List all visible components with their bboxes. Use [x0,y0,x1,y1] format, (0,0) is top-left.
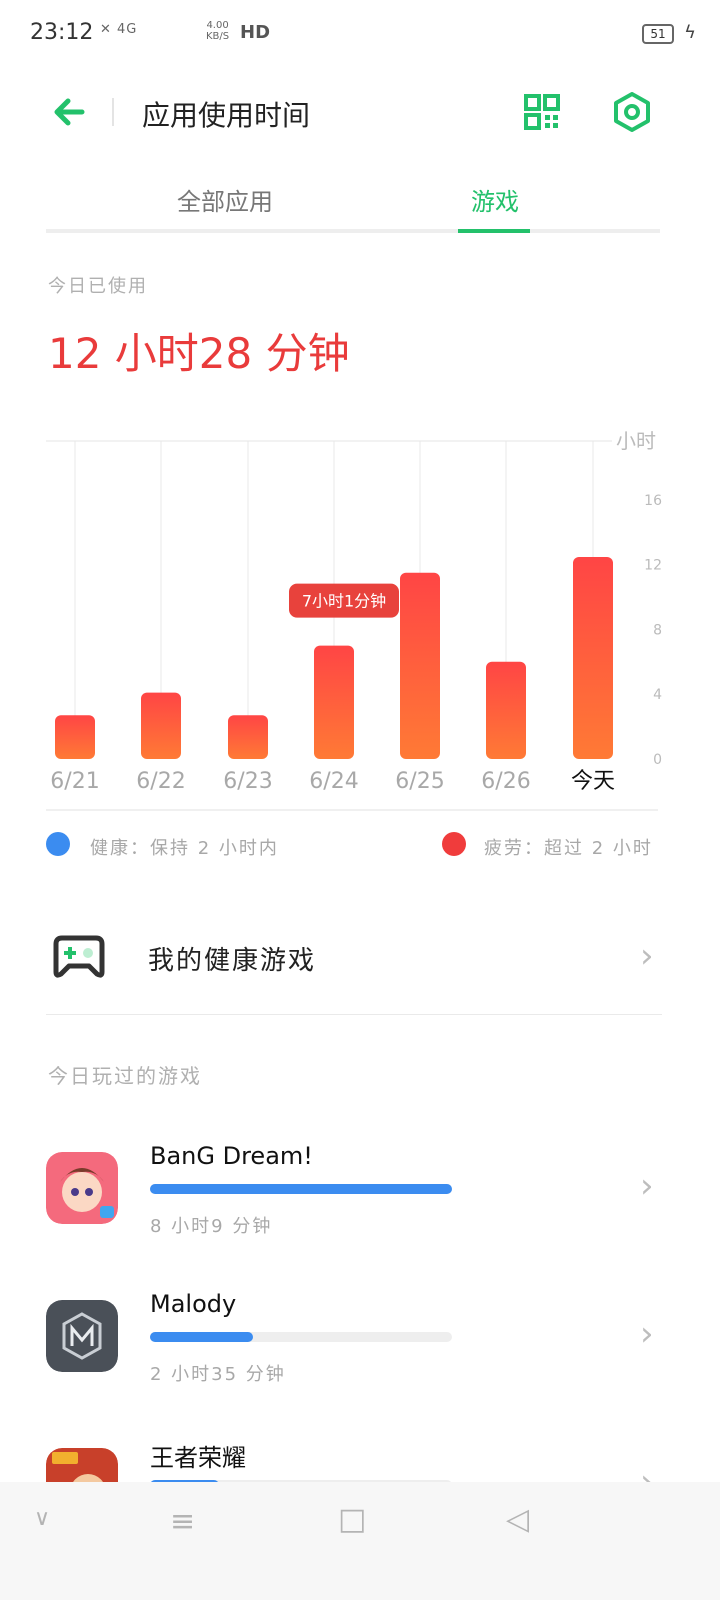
menu-nav-button[interactable]: ≡ [170,1504,195,1539]
qr-code-button[interactable] [524,94,560,130]
chart-bar[interactable] [400,572,440,759]
game-usage-time: 2 小时35 分钟 [150,1364,286,1385]
game-name: BanG Dream! [150,1142,313,1170]
charging-icon: ϟ [684,22,696,43]
y-tick-label: 8 [653,622,662,638]
today-usage-value: 12 小时28 分钟 [48,329,350,378]
malody-app-icon [46,1300,118,1372]
chevron-right-icon: › [640,936,654,976]
status-time: 23:12 [30,20,94,45]
tab-active-indicator [458,229,530,233]
today-usage-label: 今日已使用 [48,276,148,297]
legend-tired-label: 疲劳：超过 2 小时 [484,838,653,859]
chart-bar[interactable] [55,715,95,759]
usage-bar-fill [150,1184,452,1194]
legend-tired-dot [442,832,466,856]
game-name: Malody [150,1290,237,1318]
usage-bar-track [150,1332,452,1342]
my-healthy-games-label: 我的健康游戏 [148,946,317,976]
chevron-right-icon: › [640,1166,654,1206]
chart-bar[interactable] [486,661,526,759]
x-tick-label: 6/22 [136,769,185,794]
hd-indicator: HD [240,22,271,43]
section-divider [46,1014,662,1015]
chart-bar[interactable] [314,645,354,759]
tab-bar-track [46,229,660,233]
x-tick-label: 今天 [571,769,615,794]
network-speed: 4.00 KB/S [206,20,229,42]
tab-all-apps[interactable]: 全部应用 [120,182,330,217]
chevron-right-icon: › [640,1314,654,1354]
back-button[interactable] [50,92,90,132]
y-tick-label: 4 [653,687,662,703]
x-tick-label: 6/24 [309,769,358,794]
tab-games[interactable]: 游戏 [440,182,550,217]
chevron-right-icon: › [640,1462,654,1482]
chart-bar[interactable] [228,715,268,759]
qr-code-icon [524,94,560,130]
settings-button[interactable] [612,92,652,132]
gamepad-icon [53,935,105,978]
status-bar: 23:12 ✕ 4G 4.00 KB/S HD 51 ϟ [0,0,720,72]
bar-tooltip-text: 7小时1分钟 [302,592,386,611]
game-name: 王者荣耀 [150,1444,246,1472]
x-tick-label: 6/23 [223,769,272,794]
y-tick-label: 0 [653,752,662,768]
network-speed-unit: KB/S [206,31,230,42]
chart-bar[interactable] [573,556,613,759]
signal-indicator: ✕ 4G [100,22,138,37]
game-row-malody[interactable]: Malody 2 小时35 分钟 › [0,1278,720,1418]
usage-bar-fill [150,1332,253,1342]
battery-indicator: 51 [642,24,674,44]
honor-of-kings-app-icon [46,1448,118,1482]
y-tick-label: 16 [644,493,662,509]
usage-bar-chart: 小时 16 12 8 4 0 6/21 6/22 6/23 6/24 6/25 6/26 今天 7小… [46,429,662,811]
header-divider [112,98,114,126]
navigation-bar: ∨ ≡ □ ◁ [0,1482,720,1600]
page-title: 应用使用时间 [142,99,311,132]
x-tick-label: 6/21 [50,769,99,794]
legend-healthy-label: 健康：保持 2 小时内 [90,838,279,859]
played-today-label: 今日玩过的游戏 [48,1064,202,1088]
back-arrow-icon [54,98,85,126]
bang-dream-app-icon [46,1152,118,1224]
network-speed-value: 4.00 [206,20,229,31]
gear-icon [614,92,650,132]
game-row-bang-dream[interactable]: BanG Dream! 8 小时9 分钟 › [0,1130,720,1270]
usage-bar-track [150,1184,452,1194]
y-tick-label: 12 [644,558,662,574]
back-nav-button[interactable]: ◁ [506,1502,529,1537]
game-usage-time: 8 小时9 分钟 [150,1216,273,1237]
my-healthy-games-row[interactable] [0,910,720,1010]
x-tick-label: 6/26 [481,769,530,794]
home-nav-button[interactable]: □ [338,1502,366,1537]
legend-healthy-dot [46,832,70,856]
chart-bar[interactable] [141,692,181,759]
x-tick-label: 6/25 [395,769,444,794]
collapse-nav-button[interactable]: ∨ [34,1506,50,1531]
chart-y-unit-label: 小时 [616,429,656,453]
game-row-honor-of-kings[interactable]: 王者荣耀 › [0,1426,720,1482]
